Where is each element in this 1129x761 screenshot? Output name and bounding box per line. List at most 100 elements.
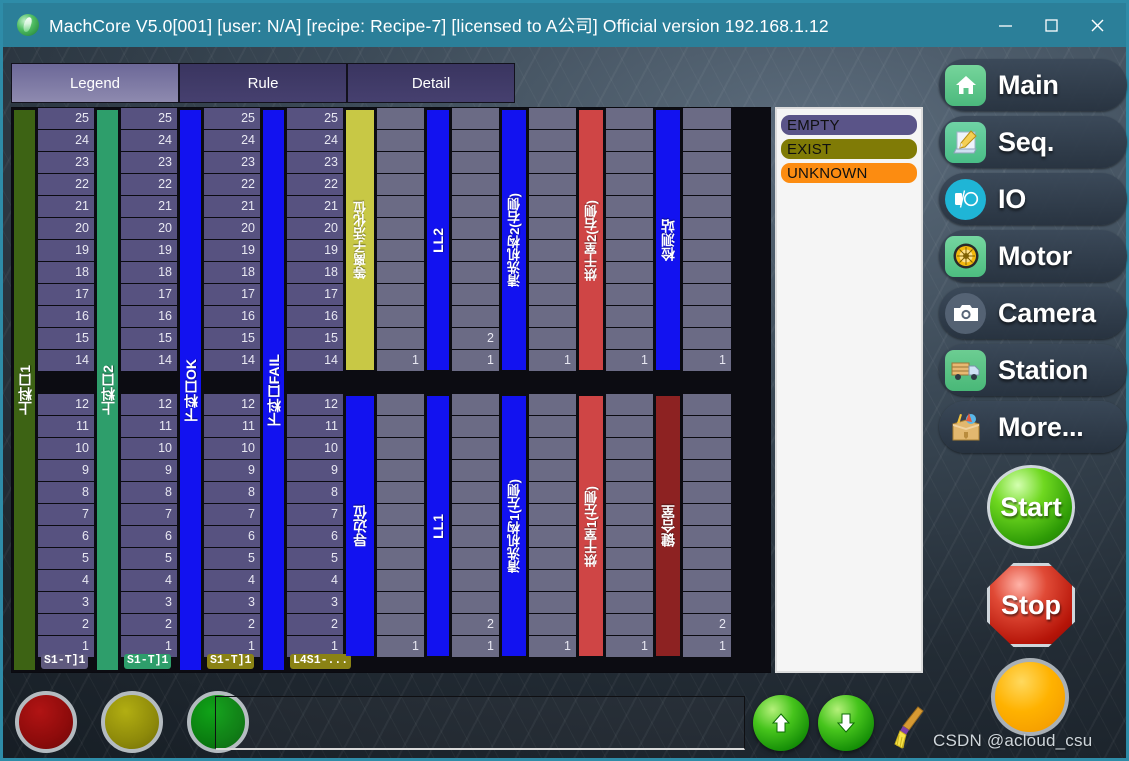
slot-cell[interactable] [529, 196, 576, 218]
slot-cell[interactable] [452, 548, 499, 570]
slot-cell[interactable]: 14 [287, 350, 343, 372]
slot-cell[interactable]: 14 [38, 350, 94, 372]
slot-cell[interactable] [529, 240, 576, 262]
slot-cell[interactable]: 12 [287, 394, 343, 416]
slot-cell[interactable] [606, 284, 653, 306]
slot-cell[interactable] [529, 108, 576, 130]
slot-cell[interactable]: 1 [377, 636, 424, 658]
slot-cell[interactable] [529, 548, 576, 570]
slot-cell[interactable] [452, 218, 499, 240]
slot-cell[interactable]: 16 [287, 306, 343, 328]
slot-cell[interactable] [377, 460, 424, 482]
slot-cell[interactable]: 21 [204, 196, 260, 218]
clear-brush-button[interactable] [887, 703, 931, 751]
slot-cell[interactable]: 21 [287, 196, 343, 218]
station-marker[interactable]: 检测站 [656, 110, 680, 370]
slot-cell[interactable]: 24 [287, 130, 343, 152]
station-marker[interactable]: 清洗机构2(右侧) [502, 110, 526, 370]
slot-cell[interactable]: 6 [287, 526, 343, 548]
slot-cell[interactable] [452, 196, 499, 218]
slot-cell[interactable]: 4 [204, 570, 260, 592]
slot-cell[interactable]: 3 [204, 592, 260, 614]
slot-cell[interactable] [452, 526, 499, 548]
maximize-icon[interactable] [1028, 3, 1074, 47]
red-status-lamp[interactable] [15, 691, 77, 753]
slot-cell[interactable] [452, 394, 499, 416]
slot-cell[interactable]: 4 [287, 570, 343, 592]
slot-cell[interactable] [377, 130, 424, 152]
slot-cell[interactable] [377, 592, 424, 614]
slot-cell[interactable]: 25 [38, 108, 94, 130]
slot-cell[interactable] [452, 262, 499, 284]
slot-cell[interactable]: 25 [204, 108, 260, 130]
slot-cell[interactable]: 20 [204, 218, 260, 240]
slot-cell[interactable] [529, 328, 576, 350]
slot-cell[interactable]: 8 [287, 482, 343, 504]
slot-cell[interactable]: 1 [606, 350, 653, 372]
slot-cell[interactable]: 9 [287, 460, 343, 482]
slot-cell[interactable] [606, 240, 653, 262]
slot-cell[interactable]: 1 [377, 350, 424, 372]
slot-cell[interactable] [606, 548, 653, 570]
slot-cell[interactable] [377, 240, 424, 262]
slot-cell[interactable] [606, 614, 653, 636]
slot-cell[interactable] [377, 614, 424, 636]
slot-cell[interactable]: 11 [204, 416, 260, 438]
slot-cell[interactable]: 22 [38, 174, 94, 196]
slot-cell[interactable] [452, 504, 499, 526]
slot-cell[interactable] [377, 438, 424, 460]
station-marker-column[interactable]: 上料口1 [12, 108, 38, 672]
slot-cell[interactable] [529, 614, 576, 636]
slot-cell[interactable]: 18 [287, 262, 343, 284]
nav-item-camera[interactable]: Camera [939, 287, 1127, 339]
station-marker-column[interactable]: 等离子活化位 导边位 [344, 108, 377, 672]
wafer-slot-grid[interactable]: 上料口1 25 24 23 22 21 20 19 18 17 16 15 14 12 11 10 9 8 7 6 5 4… [11, 107, 771, 673]
nav-item-seq[interactable]: Seq. [939, 116, 1127, 168]
slot-cell[interactable] [452, 482, 499, 504]
slot-cell[interactable]: 21 [121, 196, 177, 218]
slot-cell[interactable]: 2 [683, 614, 731, 636]
slot-cell[interactable] [377, 394, 424, 416]
slot-cell[interactable] [606, 570, 653, 592]
slot-cell[interactable] [377, 284, 424, 306]
slot-cell[interactable] [452, 108, 499, 130]
slot-cell[interactable] [683, 526, 731, 548]
slot-cell[interactable] [529, 218, 576, 240]
slot-cell[interactable]: 5 [38, 548, 94, 570]
station-marker[interactable]: 上料口1 [14, 110, 35, 670]
slot-cell[interactable] [377, 108, 424, 130]
slot-cell[interactable] [377, 174, 424, 196]
yellow-status-lamp[interactable] [101, 691, 163, 753]
slot-cell[interactable]: 14 [121, 350, 177, 372]
station-marker[interactable]: 导边位 [346, 396, 374, 656]
slot-cell[interactable] [683, 460, 731, 482]
slot-cell[interactable]: 19 [204, 240, 260, 262]
slot-cell[interactable] [606, 306, 653, 328]
scroll-down-button[interactable] [818, 695, 874, 751]
slot-cell[interactable]: 14 [204, 350, 260, 372]
scroll-up-button[interactable] [753, 695, 809, 751]
slot-cell[interactable]: 2 [452, 614, 499, 636]
slot-cell[interactable]: 20 [287, 218, 343, 240]
slot-cell[interactable] [529, 394, 576, 416]
slot-cell[interactable] [606, 416, 653, 438]
slot-cell[interactable]: 15 [121, 328, 177, 350]
slot-cell[interactable]: 15 [287, 328, 343, 350]
slot-cell[interactable] [606, 328, 653, 350]
slot-cell[interactable]: 1 [529, 350, 576, 372]
slot-cell[interactable] [683, 152, 731, 174]
station-marker[interactable]: 清洗机构1(左侧) [502, 396, 526, 656]
station-marker-column[interactable]: 下料口OK [178, 108, 204, 672]
slot-cell[interactable] [529, 460, 576, 482]
start-button[interactable]: Start [987, 465, 1075, 549]
slot-cell[interactable] [529, 152, 576, 174]
slot-cell[interactable] [377, 482, 424, 504]
slot-cell[interactable] [529, 504, 576, 526]
slot-cell[interactable]: 18 [121, 262, 177, 284]
slot-cell[interactable] [683, 218, 731, 240]
slot-cell[interactable]: 7 [121, 504, 177, 526]
slot-cell[interactable] [529, 416, 576, 438]
slot-cell[interactable] [529, 570, 576, 592]
slot-cell[interactable] [606, 130, 653, 152]
slot-cell[interactable]: 22 [287, 174, 343, 196]
